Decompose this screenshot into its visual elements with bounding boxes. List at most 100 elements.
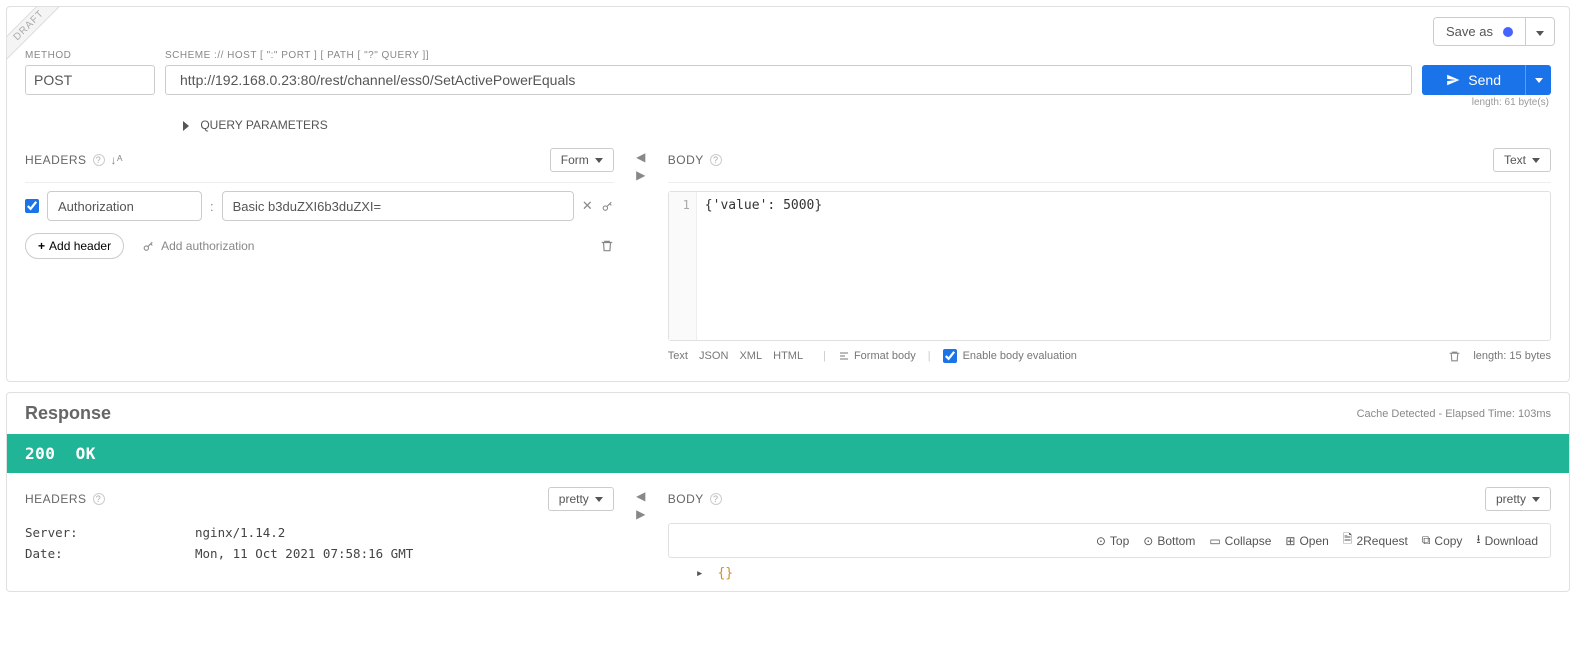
send-icon	[1446, 73, 1460, 87]
expand-icon[interactable]: ▸	[696, 566, 704, 581]
send-label: Send	[1468, 72, 1501, 88]
chevron-right-icon	[183, 121, 189, 131]
send-dropdown[interactable]	[1525, 65, 1551, 95]
unsaved-dot-icon	[1503, 27, 1513, 37]
resp-headers-head: HEADERS ? pretty	[25, 483, 614, 515]
header-name-input[interactable]	[47, 191, 202, 221]
request-panel: DRAFT Save as METHOD SCHEME :// HOST [ "…	[6, 6, 1570, 382]
query-parameters-toggle[interactable]: QUERY PARAMETERS	[7, 108, 1569, 144]
body-eval-checkbox[interactable]	[943, 349, 957, 363]
response-head: Response Cache Detected - Elapsed Time: …	[7, 393, 1569, 434]
clear-headers-icon[interactable]	[600, 239, 614, 253]
request-body-column: BODY ? Text 1 {'value': 5000} Text JSON …	[668, 144, 1551, 363]
response-meta: Cache Detected - Elapsed Time: 103ms	[1357, 408, 1551, 420]
send-button[interactable]: Send	[1422, 65, 1525, 95]
help-icon[interactable]: ?	[710, 154, 722, 166]
bottom-button[interactable]: ⊙ Bottom	[1143, 534, 1195, 548]
url-length: length: 61 byte(s)	[7, 95, 1569, 108]
mode-json[interactable]: JSON	[699, 350, 728, 362]
remove-header-icon[interactable]: ✕	[582, 198, 593, 214]
chevron-down-icon	[1532, 497, 1540, 502]
add-header-label: Add header	[49, 239, 111, 253]
send-group: Send	[1422, 65, 1551, 95]
body-syntax-modes: Text JSON XML HTML	[668, 350, 811, 362]
top-button[interactable]: ⊙ Top	[1096, 534, 1129, 548]
header-value: Mon, 11 Oct 2021 07:58:16 GMT	[195, 546, 413, 561]
download-button[interactable]: ⭳ Download	[1476, 530, 1538, 551]
request-line: METHOD SCHEME :// HOST [ ":" PORT ] [ PA…	[7, 46, 1569, 95]
resp-body-title-text: BODY	[668, 492, 704, 506]
chevron-down-icon	[1535, 78, 1543, 83]
format-body-label: Format body	[854, 350, 916, 362]
help-icon[interactable]: ?	[93, 154, 105, 166]
resp-body-title: BODY ?	[668, 492, 722, 506]
collapse-button[interactable]: ▭ Collapse	[1209, 534, 1271, 548]
resp-body-head: BODY ? pretty	[668, 483, 1551, 515]
mode-html[interactable]: HTML	[773, 350, 803, 362]
response-json-root[interactable]: ▸ {}	[668, 558, 1551, 581]
colon-separator: :	[210, 199, 214, 214]
chevron-down-icon	[1532, 158, 1540, 163]
auth-key-icon[interactable]	[601, 200, 614, 213]
line-number: 1	[683, 198, 690, 212]
resp-headers-mode[interactable]: pretty	[548, 487, 614, 511]
collapse-right-icon[interactable]: ▶	[636, 168, 645, 182]
header-value-input[interactable]	[222, 191, 574, 221]
resp-splitter: ◀ ▶	[624, 483, 658, 581]
format-icon	[838, 350, 850, 362]
response-title: Response	[25, 403, 111, 424]
key-icon	[142, 240, 155, 253]
header-row: : ✕	[25, 191, 614, 221]
collapse-right-icon[interactable]: ▶	[636, 507, 645, 521]
topbar: Save as	[7, 7, 1569, 46]
collapse-left-icon[interactable]: ◀	[636, 150, 645, 164]
req-splitter: ◀ ▶	[624, 144, 658, 363]
headers-title: HEADERS ? ↓ᴬ	[25, 153, 123, 167]
body-length: length: 15 bytes	[1473, 350, 1551, 362]
resp-body-mode-label: pretty	[1496, 492, 1526, 506]
header-key: Server:	[25, 525, 195, 540]
trash-icon	[1448, 350, 1461, 363]
sort-icon[interactable]: ↓ᴬ	[111, 153, 123, 167]
save-as-button[interactable]: Save as	[1434, 18, 1525, 45]
mode-text[interactable]: Text	[668, 350, 688, 362]
copy-button[interactable]: ⧉ Copy	[1422, 533, 1463, 548]
body-mode-label: Text	[1504, 153, 1526, 167]
status-text: OK	[76, 444, 96, 463]
headers-mode-select[interactable]: Form	[550, 148, 614, 172]
draft-ribbon: DRAFT	[7, 7, 63, 63]
add-auth-label: Add authorization	[161, 239, 254, 253]
resp-headers-title: HEADERS ?	[25, 492, 105, 506]
enable-body-eval[interactable]: Enable body evaluation	[943, 349, 1077, 363]
request-split: HEADERS ? ↓ᴬ Form : ✕	[7, 144, 1569, 381]
mode-xml[interactable]: XML	[739, 350, 762, 362]
collapse-left-icon[interactable]: ◀	[636, 489, 645, 503]
add-header-button[interactable]: + Add header	[25, 233, 124, 259]
method-select[interactable]	[25, 65, 155, 95]
body-content[interactable]: {'value': 5000}	[697, 192, 1550, 340]
resp-headers-title-text: HEADERS	[25, 492, 87, 506]
open-button[interactable]: ⊞ Open	[1285, 534, 1328, 548]
resp-headers-mode-label: pretty	[559, 492, 589, 506]
save-as-dropdown[interactable]	[1525, 18, 1554, 45]
clear-body-icon[interactable]	[1448, 350, 1461, 363]
save-as-label: Save as	[1446, 24, 1493, 39]
format-body-button[interactable]: Format body	[838, 350, 916, 362]
resp-body-mode[interactable]: pretty	[1485, 487, 1551, 511]
add-authorization-button[interactable]: Add authorization	[142, 239, 254, 253]
header-enabled-checkbox[interactable]	[25, 199, 39, 213]
chevron-down-icon	[595, 158, 603, 163]
headers-section-head: HEADERS ? ↓ᴬ Form	[25, 144, 614, 183]
url-input[interactable]	[165, 65, 1412, 95]
to-request-button[interactable]: 🗎 2Request	[1343, 530, 1408, 551]
chevron-down-icon	[1536, 31, 1544, 36]
body-footer: Text JSON XML HTML | Format body | Enabl…	[668, 341, 1551, 363]
response-headers-column: HEADERS ? pretty Server: nginx/1.14.2 Da…	[25, 483, 614, 581]
body-mode-select[interactable]: Text	[1493, 148, 1551, 172]
help-icon[interactable]: ?	[93, 493, 105, 505]
headers-mode-label: Form	[561, 153, 589, 167]
body-editor[interactable]: 1 {'value': 5000}	[668, 191, 1551, 341]
response-panel: Response Cache Detected - Elapsed Time: …	[6, 392, 1570, 592]
help-icon[interactable]: ?	[710, 493, 722, 505]
body-section-head: BODY ? Text	[668, 144, 1551, 183]
